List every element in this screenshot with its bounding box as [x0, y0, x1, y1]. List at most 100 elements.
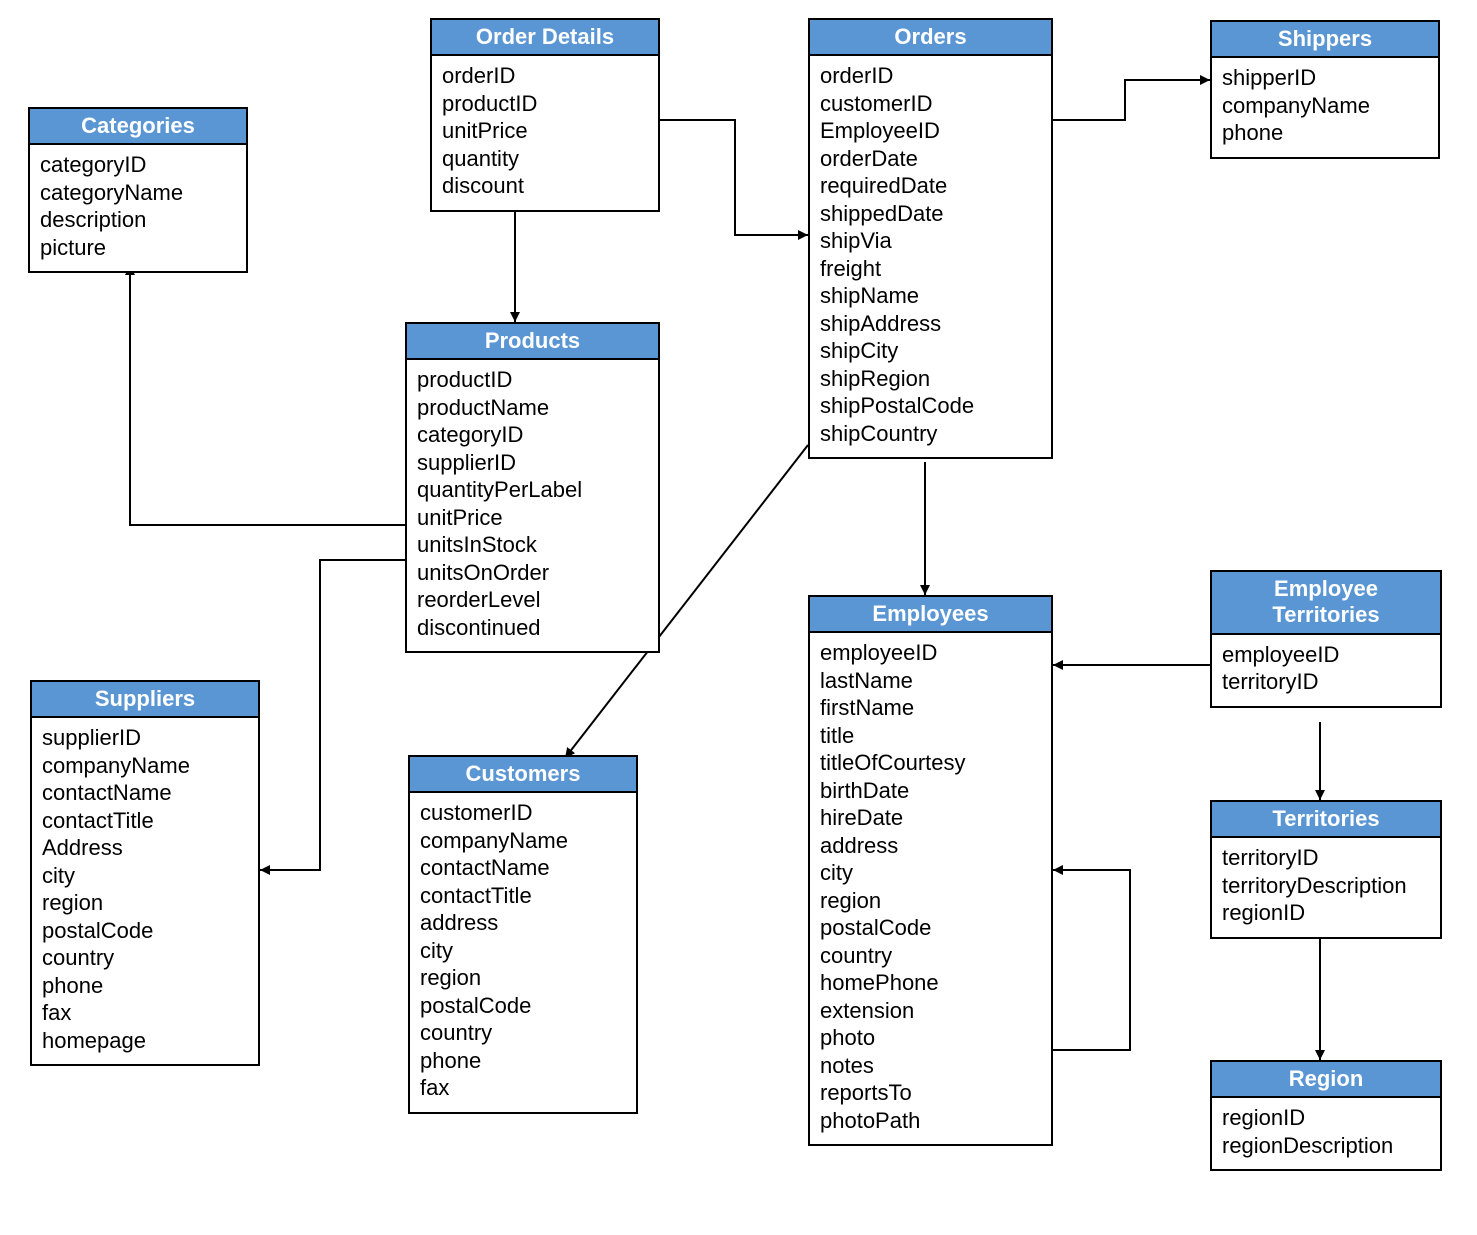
entity-field: firstName [820, 694, 1041, 722]
entity-territories: TerritoriesterritoryIDterritoryDescripti… [1210, 800, 1442, 939]
entity-field: country [820, 942, 1041, 970]
entity-field: orderID [442, 62, 648, 90]
entity-title: Territories [1212, 802, 1440, 838]
entity-field: contactTitle [420, 882, 626, 910]
entity-field: extension [820, 997, 1041, 1025]
entity-title: Products [407, 324, 658, 360]
entity-suppliers: SupplierssupplierIDcompanyNamecontactNam… [30, 680, 260, 1066]
entity-field: productName [417, 394, 648, 422]
entity-field: fax [42, 999, 248, 1027]
entity-region: RegionregionIDregionDescription [1210, 1060, 1442, 1171]
entity-field: supplierID [42, 724, 248, 752]
entity-field: homepage [42, 1027, 248, 1055]
entity-field: customerID [420, 799, 626, 827]
entity-field: titleOfCourtesy [820, 749, 1041, 777]
entity-shippers: ShippersshipperIDcompanyNamephone [1210, 20, 1440, 159]
entity-fields: supplierIDcompanyNamecontactNamecontactT… [32, 718, 258, 1064]
entity-field: phone [42, 972, 248, 1000]
entity-field: region [420, 964, 626, 992]
entity-title: Customers [410, 757, 636, 793]
entity-title: Suppliers [32, 682, 258, 718]
entity-fields: customerIDcompanyNamecontactNamecontactT… [410, 793, 636, 1112]
entity-field: companyName [42, 752, 248, 780]
entity-field: companyName [420, 827, 626, 855]
entity-field: productID [417, 366, 648, 394]
entity-fields: employeeIDterritoryID [1212, 635, 1440, 706]
entity-field: country [42, 944, 248, 972]
entity-field: categoryID [417, 421, 648, 449]
entity-field: homePhone [820, 969, 1041, 997]
entity-title: Shippers [1212, 22, 1438, 58]
entity-employees: EmployeesemployeeIDlastNamefirstNametitl… [808, 595, 1053, 1146]
entity-fields: orderIDcustomerIDEmployeeIDorderDaterequ… [810, 56, 1051, 457]
entity-customers: CustomerscustomerIDcompanyNamecontactNam… [408, 755, 638, 1114]
entity-field: categoryID [40, 151, 236, 179]
entity-orders: OrdersorderIDcustomerIDEmployeeIDorderDa… [808, 18, 1053, 459]
entity-field: reportsTo [820, 1079, 1041, 1107]
entity-field: unitsOnOrder [417, 559, 648, 587]
entity-fields: regionIDregionDescription [1212, 1098, 1440, 1169]
entity-field: productID [442, 90, 648, 118]
entity-field: categoryName [40, 179, 236, 207]
entity-field: shipCity [820, 337, 1041, 365]
entity-employee-territories: Employee TerritoriesemployeeIDterritoryI… [1210, 570, 1442, 708]
entity-title: Region [1212, 1062, 1440, 1098]
entity-field: regionID [1222, 899, 1430, 927]
entity-field: requiredDate [820, 172, 1041, 200]
entity-fields: orderIDproductIDunitPricequantitydiscoun… [432, 56, 658, 210]
entity-fields: territoryIDterritoryDescriptionregionID [1212, 838, 1440, 937]
entity-field: unitsInStock [417, 531, 648, 559]
entity-field: shipPostalCode [820, 392, 1041, 420]
entity-field: Address [42, 834, 248, 862]
entity-title: Order Details [432, 20, 658, 56]
entity-field: employeeID [1222, 641, 1430, 669]
entity-field: postalCode [420, 992, 626, 1020]
entity-field: unitPrice [417, 504, 648, 532]
entity-field: phone [420, 1047, 626, 1075]
entity-field: city [820, 859, 1041, 887]
entity-field: shipperID [1222, 64, 1428, 92]
entity-field: address [420, 909, 626, 937]
entity-field: unitPrice [442, 117, 648, 145]
entity-field: employeeID [820, 639, 1041, 667]
entity-fields: employeeIDlastNamefirstNametitletitleOfC… [810, 633, 1051, 1144]
entity-field: shipVia [820, 227, 1041, 255]
entity-field: title [820, 722, 1041, 750]
entity-field: postalCode [42, 917, 248, 945]
entity-field: companyName [1222, 92, 1428, 120]
entity-field: address [820, 832, 1041, 860]
entity-title: Categories [30, 109, 246, 145]
entity-field: freight [820, 255, 1041, 283]
entity-field: customerID [820, 90, 1041, 118]
entity-field: region [820, 887, 1041, 915]
entity-field: photo [820, 1024, 1041, 1052]
entity-field: territoryDescription [1222, 872, 1430, 900]
entity-field: reorderLevel [417, 586, 648, 614]
entity-field: territoryID [1222, 844, 1430, 872]
entity-field: picture [40, 234, 236, 262]
entity-field: hireDate [820, 804, 1041, 832]
entity-field: contactTitle [42, 807, 248, 835]
entity-field: orderDate [820, 145, 1041, 173]
er-diagram: CategoriescategoryIDcategoryNamedescript… [0, 0, 1477, 1235]
entity-fields: categoryIDcategoryNamedescriptionpicture [30, 145, 246, 271]
entity-field: shippedDate [820, 200, 1041, 228]
entity-fields: productIDproductNamecategoryIDsupplierID… [407, 360, 658, 651]
entity-title: Orders [810, 20, 1051, 56]
entity-field: description [40, 206, 236, 234]
entity-field: quantity [442, 145, 648, 173]
entity-field: contactName [420, 854, 626, 882]
entity-field: regionDescription [1222, 1132, 1430, 1160]
entity-field: shipRegion [820, 365, 1041, 393]
entity-title: Employees [810, 597, 1051, 633]
entity-field: shipAddress [820, 310, 1041, 338]
entity-field: notes [820, 1052, 1041, 1080]
entity-field: contactName [42, 779, 248, 807]
entity-field: EmployeeID [820, 117, 1041, 145]
entity-field: discount [442, 172, 648, 200]
entity-field: orderID [820, 62, 1041, 90]
entity-field: postalCode [820, 914, 1041, 942]
entity-field: territoryID [1222, 668, 1430, 696]
entity-categories: CategoriescategoryIDcategoryNamedescript… [28, 107, 248, 273]
entity-field: lastName [820, 667, 1041, 695]
